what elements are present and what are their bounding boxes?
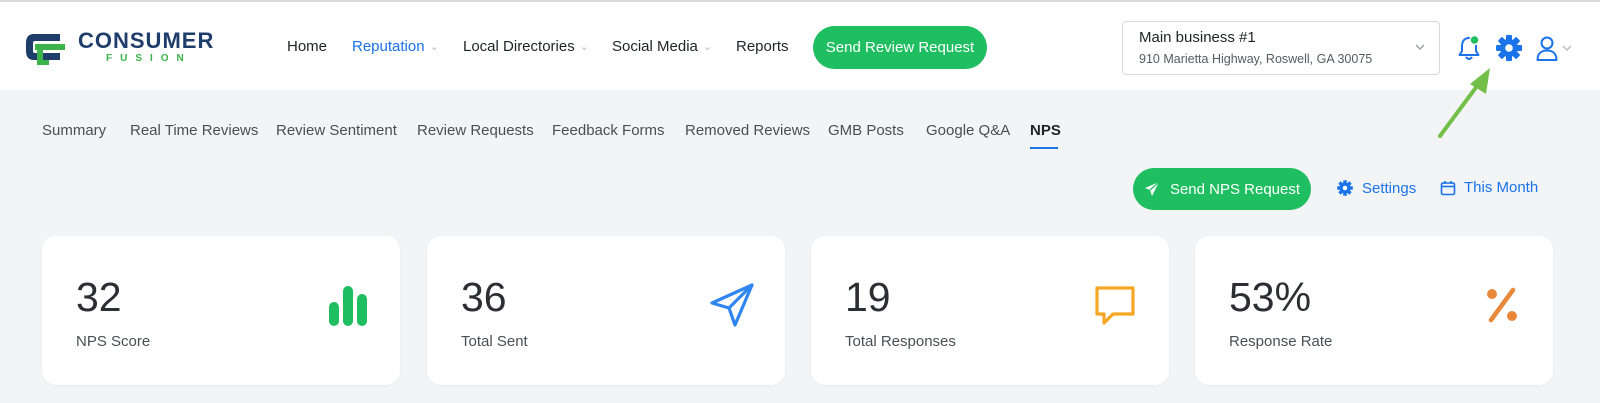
response-rate-label: Response Rate (1229, 333, 1333, 350)
nav-reputation-label: Reputation (352, 38, 425, 55)
total-sent-label: Total Sent (461, 333, 528, 350)
nav-local-directories[interactable]: Local Directories ⌄ (463, 38, 589, 55)
tab-removed-reviews[interactable]: Removed Reviews (685, 122, 810, 139)
nav-social-media[interactable]: Social Media ⌄ (612, 38, 712, 55)
gear-icon[interactable] (1494, 33, 1524, 63)
business-address: 910 Marietta Highway, Roswell, GA 30075 (1139, 52, 1373, 66)
tab-review-sentiment[interactable]: Review Sentiment (276, 122, 397, 139)
total-responses-label: Total Responses (845, 333, 956, 350)
nav-home-label: Home (287, 38, 328, 55)
stat-card-total-sent: 36 Total Sent (427, 236, 785, 385)
tab-nps[interactable]: NPS (1030, 122, 1061, 139)
tab-gmb-posts[interactable]: GMB Posts (828, 122, 904, 139)
response-rate-value: 53% (1229, 274, 1312, 320)
bell-icon[interactable] (1455, 34, 1483, 62)
settings-link[interactable]: Settings (1336, 179, 1416, 197)
nav-reports-label: Reports (736, 38, 789, 55)
tab-real-time-reviews[interactable]: Real Time Reviews (130, 122, 258, 139)
paper-plane-icon (1144, 181, 1160, 196)
chevron-down-icon: ⌄ (429, 41, 439, 53)
logo-subtext: FUSION (106, 53, 192, 64)
date-range-label: This Month (1464, 179, 1539, 196)
consumer-fusion-logo[interactable]: CONSUMER FUSION (20, 26, 240, 70)
gear-icon (1337, 180, 1353, 196)
nav-local-directories-label: Local Directories (463, 38, 575, 55)
nps-score-value: 32 (76, 274, 122, 320)
tab-summary[interactable]: Summary (42, 122, 106, 139)
chat-bubble-icon (1095, 286, 1135, 325)
total-sent-value: 36 (461, 274, 507, 320)
send-nps-request-button[interactable]: Send NPS Request (1133, 168, 1311, 210)
tab-review-requests[interactable]: Review Requests (417, 122, 534, 139)
percent-icon (1487, 287, 1517, 323)
chevron-down-icon: ⌄ (702, 41, 713, 53)
nav-home[interactable]: Home (287, 38, 327, 55)
stat-card-total-responses: 19 Total Responses (811, 236, 1169, 385)
send-review-request-button[interactable]: Send Review Request (813, 26, 987, 69)
nav-reputation[interactable]: Reputation ⌄ (352, 38, 439, 55)
stat-card-nps-score: 32 NPS Score (42, 236, 400, 385)
chevron-down-icon: ⌄ (579, 41, 589, 53)
bar-chart-icon (329, 286, 367, 326)
paper-plane-icon (710, 283, 754, 327)
tab-google-qa[interactable]: Google Q&A (926, 122, 1010, 139)
active-tab-indicator (1030, 147, 1058, 149)
chevron-down-icon (1415, 44, 1425, 50)
logo-mark-icon (26, 34, 65, 65)
calendar-icon (1440, 180, 1456, 195)
nav-reports[interactable]: Reports (736, 38, 789, 55)
annotation-arrow (1438, 68, 1490, 138)
logo-wordmark: CONSUMER (78, 28, 215, 53)
business-name: Main business #1 (1139, 29, 1256, 46)
nav-social-media-label: Social Media (612, 38, 698, 55)
settings-label: Settings (1362, 179, 1417, 197)
total-responses-value: 19 (845, 274, 891, 320)
tab-feedback-forms[interactable]: Feedback Forms (552, 122, 665, 139)
send-nps-request-label: Send NPS Request (1169, 180, 1301, 198)
top-navbar: CONSUMER FUSION Home Reputation ⌄ Local D… (0, 0, 1600, 90)
user-icon[interactable] (1535, 34, 1575, 62)
nps-score-label: NPS Score (76, 333, 151, 350)
business-selector[interactable]: Main business #1 910 Marietta Highway, R… (1122, 21, 1440, 75)
stat-card-response-rate: 53% Response Rate (1195, 236, 1553, 385)
date-range-picker[interactable]: This Month (1440, 179, 1538, 196)
